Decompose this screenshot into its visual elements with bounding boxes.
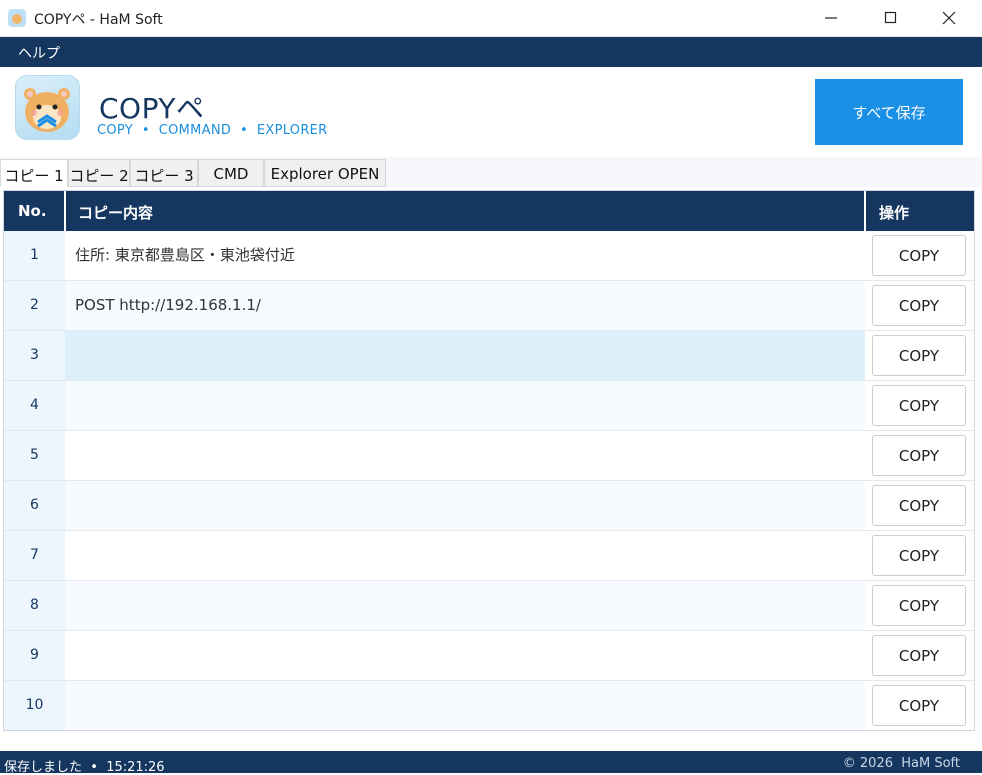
table-row: 5 COPY — [4, 431, 974, 481]
row-content[interactable] — [65, 531, 865, 580]
table-row: 2 POST http://192.168.1.1/ COPY — [4, 281, 974, 331]
tab-copy-3[interactable]: コピー 3 — [130, 159, 198, 187]
row-content[interactable] — [65, 331, 865, 380]
header-content: コピー内容 — [78, 204, 154, 222]
copy-button[interactable]: COPY — [872, 485, 966, 526]
header-no: No. — [18, 202, 47, 220]
status-message: 保存しました • 15:21:26 — [4, 760, 165, 775]
brand-title: COPYペ — [99, 92, 205, 125]
minimize-button[interactable] — [802, 0, 860, 36]
copy-button[interactable]: COPY — [872, 635, 966, 676]
copyright: © 2026 HaM Soft — [842, 756, 960, 771]
header-action: 操作 — [879, 204, 910, 222]
row-number: 1 — [4, 231, 65, 280]
row-content[interactable] — [65, 481, 865, 530]
row-content[interactable] — [65, 681, 865, 730]
row-content[interactable] — [65, 431, 865, 480]
minimize-icon — [825, 17, 837, 19]
tab-copy-1[interactable]: コピー 1 — [0, 159, 68, 187]
brand-subtitle: COPY • COMMAND • EXPLORER — [97, 123, 328, 138]
row-number: 5 — [4, 431, 65, 480]
table-row: 7 COPY — [4, 531, 974, 581]
tab-cmd[interactable]: CMD — [198, 159, 264, 187]
maximize-button[interactable] — [862, 0, 920, 36]
tab-strip: コピー 1 コピー 2 コピー 3 CMD Explorer OPEN — [0, 157, 982, 187]
maximize-icon — [884, 11, 897, 24]
row-number: 2 — [4, 281, 65, 330]
row-number: 10 — [4, 681, 65, 730]
copy-button[interactable]: COPY — [872, 335, 966, 376]
header-divider — [864, 191, 866, 231]
hamster-icon — [24, 88, 70, 132]
table-row: 1 住所: 東京都豊島区・東池袋付近 COPY — [4, 231, 974, 281]
copy-button[interactable]: COPY — [872, 385, 966, 426]
row-content[interactable]: POST http://192.168.1.1/ — [65, 281, 865, 330]
copy-button[interactable]: COPY — [872, 685, 966, 726]
row-number: 4 — [4, 381, 65, 430]
app-icon — [8, 9, 26, 27]
table-row: 10 COPY — [4, 681, 974, 730]
save-all-button[interactable]: すべて保存 — [815, 79, 963, 145]
hamster-logo — [15, 75, 80, 140]
row-content[interactable]: 住所: 東京都豊島区・東池袋付近 — [65, 231, 865, 280]
row-content[interactable] — [65, 631, 865, 680]
close-icon — [942, 11, 956, 25]
header-divider — [64, 191, 66, 231]
copy-button[interactable]: COPY — [872, 435, 966, 476]
menu-help[interactable]: ヘルプ — [18, 43, 60, 63]
table-row: 3 COPY — [4, 331, 974, 381]
window-title: COPYペ - HaM Soft — [34, 12, 163, 28]
status-bar: 保存しました • 15:21:26 © 2026 HaM Soft — [0, 751, 982, 775]
row-number: 7 — [4, 531, 65, 580]
copy-button[interactable]: COPY — [872, 535, 966, 576]
copy-button[interactable]: COPY — [872, 585, 966, 626]
row-content[interactable] — [65, 381, 865, 430]
row-number: 8 — [4, 581, 65, 630]
row-number: 6 — [4, 481, 65, 530]
row-content[interactable] — [65, 581, 865, 630]
copy-button[interactable]: COPY — [872, 285, 966, 326]
table-row: 4 COPY — [4, 381, 974, 431]
title-bar: COPYペ - HaM Soft — [0, 0, 982, 37]
app-header: COPYペ COPY • COMMAND • EXPLORER すべて保存 — [0, 67, 982, 157]
row-number: 3 — [4, 331, 65, 380]
close-button[interactable] — [920, 0, 978, 36]
tab-explorer-open[interactable]: Explorer OPEN — [264, 159, 386, 187]
menu-bar: ヘルプ — [0, 37, 982, 67]
table-row: 9 COPY — [4, 631, 974, 681]
grid-header: No. コピー内容 操作 — [4, 191, 974, 231]
copy-grid: No. コピー内容 操作 1 住所: 東京都豊島区・東池袋付近 COPY 2 P… — [3, 190, 975, 731]
tab-copy-2[interactable]: コピー 2 — [68, 159, 130, 187]
table-row: 6 COPY — [4, 481, 974, 531]
table-row: 8 COPY — [4, 581, 974, 631]
row-number: 9 — [4, 631, 65, 680]
copy-button[interactable]: COPY — [872, 235, 966, 276]
